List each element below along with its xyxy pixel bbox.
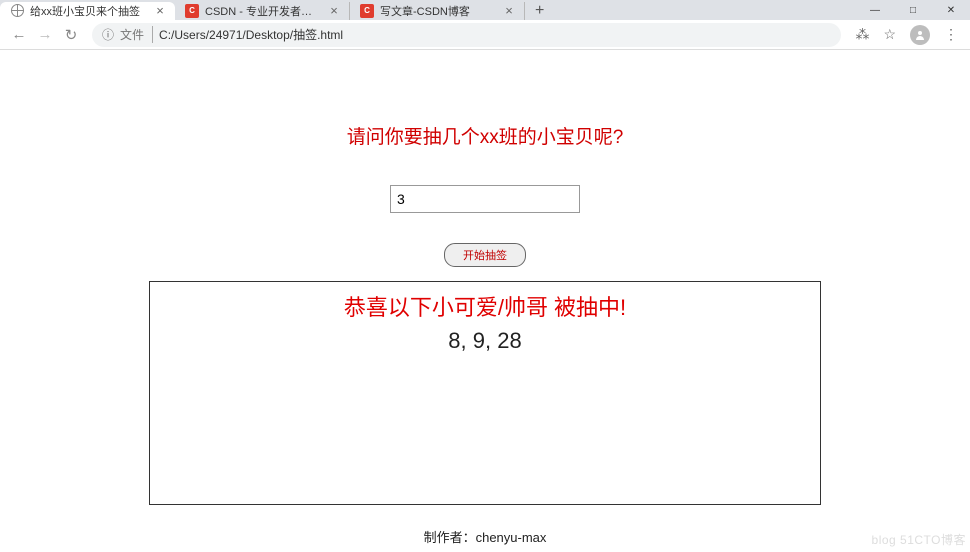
footer: 制作者：chenyu-max — [0, 527, 970, 546]
maximize-button[interactable]: □ — [894, 2, 932, 20]
close-icon[interactable]: × — [502, 3, 516, 18]
star-icon[interactable]: ☆ — [883, 26, 896, 43]
tab-title: 写文章-CSDN博客 — [380, 3, 496, 19]
back-button[interactable]: ← — [6, 22, 32, 48]
csdn-icon: C — [360, 4, 374, 18]
tab-1[interactable]: 给xx班小宝贝来个抽签 × — [0, 2, 175, 20]
reload-button[interactable]: ↻ — [58, 22, 84, 48]
close-icon[interactable]: × — [327, 3, 341, 18]
prompt-heading: 请问你要抽几个xx班的小宝贝呢? — [0, 122, 970, 149]
csdn-icon: C — [185, 4, 199, 18]
result-title: 恭喜以下小可爱/帅哥 被抽中! — [150, 290, 820, 322]
result-numbers: 8, 9, 28 — [150, 328, 820, 354]
start-button[interactable]: 开始抽签 — [444, 243, 526, 267]
close-window-button[interactable]: ✕ — [932, 2, 970, 20]
toolbar-right: ⁂ ☆ ⋮ — [845, 25, 964, 45]
count-input[interactable] — [390, 185, 580, 213]
minimize-button[interactable]: — — [856, 2, 894, 20]
tab-title: 给xx班小宝贝来个抽签 — [30, 3, 147, 19]
info-icon: ⓘ — [102, 26, 114, 43]
new-tab-button[interactable]: + — [525, 2, 554, 20]
globe-icon — [10, 4, 24, 18]
page-content: 请问你要抽几个xx班的小宝贝呢? 开始抽签 恭喜以下小可爱/帅哥 被抽中! 8,… — [0, 50, 970, 505]
url-box[interactable]: ⓘ 文件 C:/Users/24971/Desktop/抽签.html — [92, 23, 841, 47]
result-box: 恭喜以下小可爱/帅哥 被抽中! 8, 9, 28 — [149, 281, 821, 505]
translate-icon[interactable]: ⁂ — [855, 26, 869, 43]
menu-icon[interactable]: ⋮ — [944, 26, 958, 43]
tab-3[interactable]: C 写文章-CSDN博客 × — [350, 2, 525, 20]
browser-chrome: 给xx班小宝贝来个抽签 × C CSDN - 专业开发者社区 × C 写文章-C… — [0, 0, 970, 50]
url-text: C:/Users/24971/Desktop/抽签.html — [159, 26, 343, 43]
watermark: blog 51CTO博客 — [872, 531, 966, 548]
tab-title: CSDN - 专业开发者社区 — [205, 3, 321, 19]
tab-bar: 给xx班小宝贝来个抽签 × C CSDN - 专业开发者社区 × C 写文章-C… — [0, 0, 970, 20]
window-controls: — □ ✕ — [856, 2, 970, 20]
close-icon[interactable]: × — [153, 3, 167, 18]
avatar[interactable] — [910, 25, 930, 45]
forward-button[interactable]: → — [32, 22, 58, 48]
tab-2[interactable]: C CSDN - 专业开发者社区 × — [175, 2, 350, 20]
address-bar: ← → ↻ ⓘ 文件 C:/Users/24971/Desktop/抽签.htm… — [0, 20, 970, 50]
url-file-label: 文件 — [120, 26, 153, 43]
